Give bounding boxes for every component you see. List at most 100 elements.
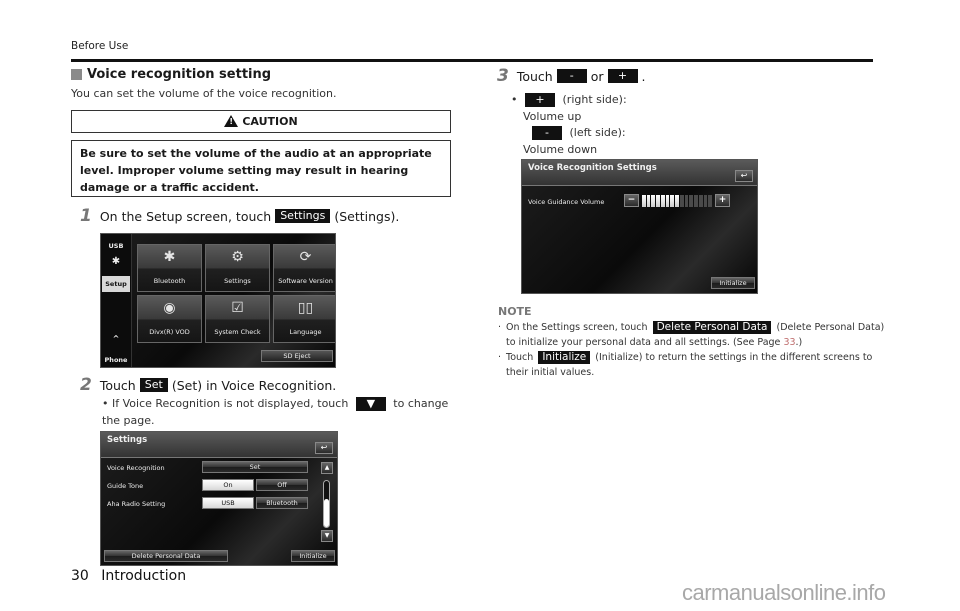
minus-desc: - (left side): [523,125,627,142]
step-2-bullet: • If Voice Recognition is not displayed,… [102,397,449,427]
step-text: Touch [516,68,553,84]
down-arrow-chip: ▼ [355,397,386,411]
setup-screen: USB ✱ Setup ^ Phone ✱ Bluetooth ⚙ Settin… [100,233,336,368]
note-item: On the Settings screen, touch Delete Per… [498,320,888,350]
step-2: 2 Touch Set (Set) in Voice Recognition. [80,375,336,395]
step-number: 2 [80,375,92,395]
sidebar-item-usb[interactable]: USB [102,242,130,250]
step-text: . [641,68,646,84]
settings-title: Settings [107,435,148,445]
set-chip: Set [139,378,168,392]
plus-desc: • + (right side): [511,93,627,107]
step-1: 1 On the Setup screen, touch Settings (S… [80,206,399,226]
up-arrow-icon: ▲ [324,464,330,471]
section-intro: You can set the volume of the voice reco… [71,87,337,100]
tile-software-version[interactable]: ⟳ Software Version [273,244,335,292]
section-title: Voice recognition setting [71,67,271,82]
scroll-down-button[interactable]: ▼ [321,530,333,542]
volume-up-button[interactable]: + [715,194,730,207]
aha-bluetooth-button[interactable]: Bluetooth [256,497,308,509]
initialize-button[interactable]: Initialize [291,550,335,562]
page-number: 30 [71,568,89,584]
delete-personal-data-button[interactable]: Delete Personal Data [104,550,228,562]
plus-chip: + [607,69,638,83]
volume-bar-segment [703,195,708,207]
volume-bar-segment [689,195,694,207]
sd-eject-button[interactable]: SD Eject [261,350,333,362]
row-label-guide-tone: Guide Tone [107,482,144,490]
aha-usb-button[interactable]: USB [202,497,254,509]
step-text: (Settings). [334,208,400,224]
initialize-chip: Initialize [538,351,591,364]
tile-language[interactable]: ▯▯ Language [273,295,335,343]
tile-system-check[interactable]: ☑ System Check [205,295,270,343]
book-icon: ▯▯ [297,300,314,316]
volume-level-meter[interactable] [642,195,713,207]
volume-down-text: Volume down [523,142,598,156]
page-footer: 30 Introduction [71,568,194,584]
volume-down-button[interactable]: − [624,194,639,207]
delete-personal-data-chip: Delete Personal Data [652,321,772,334]
tile-bluetooth[interactable]: ✱ Bluetooth [137,244,202,292]
warning-icon [224,114,239,127]
page-link[interactable]: 33 [783,337,795,348]
square-bullet-icon [71,69,82,80]
tile-divx-vod[interactable]: ◉ Divx(R) VOD [137,295,202,343]
running-head: Before Use [71,40,129,52]
sidebar-item-phone[interactable]: Phone [102,356,130,364]
volume-bar-segment [642,195,646,207]
volume-bar-segment [708,195,713,207]
down-arrow-icon: ▼ [324,532,330,539]
volume-bar-segment [694,195,698,207]
back-button[interactable]: ↩ [735,170,753,182]
volume-bar-segment [670,195,675,207]
scrollbar[interactable] [323,480,330,528]
bluetooth-icon: ✱ [163,249,176,265]
wrench-gear-icon: ⚙ [231,249,244,265]
volume-up-text: Volume up [523,109,582,123]
scroll-up-button[interactable]: ▲ [321,462,333,474]
vr-title: Voice Recognition Settings [528,163,657,173]
note-list: On the Settings screen, touch Delete Per… [498,320,888,380]
step-3: 3 Touch - or + . [497,66,646,86]
step-text: (Set) in Voice Recognition. [171,377,337,393]
caution-body: Be sure to set the volume of the audio a… [71,140,451,197]
minus-chip: - [556,69,587,83]
sidebar-item-bluetooth[interactable]: ✱ [102,256,130,267]
sidebar-item-up[interactable]: ^ [102,334,130,343]
voice-recognition-settings-screen: Voice Recognition Settings ↩ Voice Guida… [521,159,758,294]
caution-label: CAUTION [242,115,298,128]
step-number: 3 [497,66,509,86]
back-arrow-icon: ↩ [740,171,748,180]
step-number: 1 [80,206,92,226]
step-3-bullets: • + (right side): Volume up - (left side… [511,92,627,158]
minus-icon: − [627,195,636,205]
note-title: NOTE [498,305,532,318]
top-rule [71,59,873,62]
initialize-button[interactable]: Initialize [711,277,755,289]
volume-bar-segment [684,195,689,207]
refresh-icon: ⟳ [299,249,312,265]
vr-titlebar: Voice Recognition Settings ↩ [522,160,757,186]
guide-tone-on-button[interactable]: On [202,479,254,491]
volume-bar-segment [665,195,670,207]
volume-bar-segment [656,195,660,207]
back-arrow-icon: ↩ [320,443,328,452]
scroll-thumb[interactable] [324,499,329,527]
volume-bar-segment [679,195,684,207]
note-item: Touch Initialize (Initialize) to return … [498,350,888,380]
settings-titlebar: Settings ↩ [101,432,337,458]
voice-recognition-set-button[interactable]: Set [202,461,308,473]
tile-settings[interactable]: ⚙ Settings [205,244,270,292]
step-text: On the Setup screen, touch [99,208,272,224]
plus-icon: + [718,195,727,205]
checklist-icon: ☑ [231,300,244,316]
sidebar-item-setup[interactable]: Setup [102,276,130,292]
guide-tone-off-button[interactable]: Off [256,479,308,491]
step-text: or [590,68,604,84]
volume-bar-segment [698,195,703,207]
section-title-text: Voice recognition setting [87,67,272,82]
volume-bar-segment [675,195,679,207]
back-button[interactable]: ↩ [315,442,333,454]
watermark: carmanualsonline.info [682,580,886,605]
